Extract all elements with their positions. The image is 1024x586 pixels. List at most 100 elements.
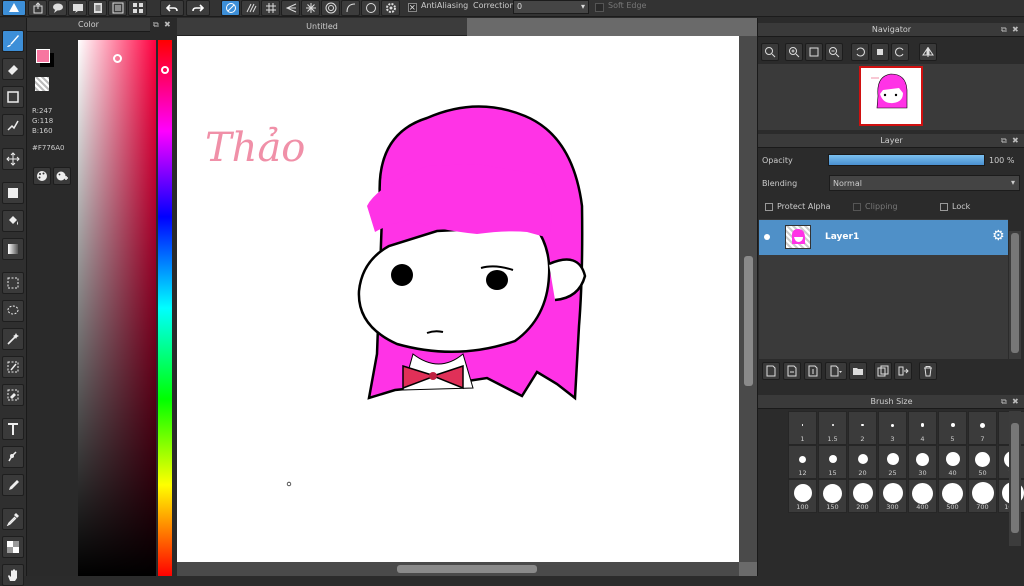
select-pen-tool-icon[interactable] bbox=[2, 356, 24, 378]
brush-size-cell[interactable]: 200 bbox=[848, 479, 877, 513]
saturation-value-picker[interactable] bbox=[78, 40, 156, 576]
brush-size-cell[interactable]: 4 bbox=[908, 411, 937, 445]
brush-size-cell[interactable]: 25 bbox=[878, 445, 907, 479]
divide-tool-icon[interactable] bbox=[2, 446, 24, 468]
select-eraser-tool-icon[interactable] bbox=[2, 384, 24, 406]
sv-picker-handle[interactable] bbox=[113, 54, 122, 63]
new-layer-1bit-icon[interactable] bbox=[804, 362, 822, 380]
brush-size-cell[interactable]: 150 bbox=[818, 479, 847, 513]
smudge-tool-icon[interactable] bbox=[2, 474, 24, 496]
brush-size-cell[interactable]: 100 bbox=[788, 479, 817, 513]
brush-size-cell[interactable]: 500 bbox=[938, 479, 967, 513]
new-layer-icon[interactable] bbox=[762, 362, 780, 380]
brush-size-cell[interactable]: 7 bbox=[968, 411, 997, 445]
transparent-swatch[interactable] bbox=[35, 77, 49, 91]
bucket-tool-icon[interactable] bbox=[2, 210, 24, 232]
vertical-scrollbar[interactable] bbox=[739, 36, 757, 562]
brush-size-cell[interactable]: 12 bbox=[788, 445, 817, 479]
message-icon[interactable] bbox=[68, 0, 87, 16]
brush-size-cell[interactable]: 1.5 bbox=[818, 411, 847, 445]
fit-window-icon[interactable] bbox=[805, 43, 823, 61]
brush-size-cell[interactable]: 1 bbox=[788, 411, 817, 445]
text-tool-icon[interactable] bbox=[2, 418, 24, 440]
soft-edge-checkbox[interactable] bbox=[595, 3, 604, 12]
document-icon[interactable] bbox=[88, 0, 107, 16]
chat-icon[interactable] bbox=[48, 0, 67, 16]
palette-add-icon[interactable] bbox=[53, 167, 71, 185]
brush-tool-icon[interactable] bbox=[2, 30, 24, 52]
zoom-fit-icon[interactable] bbox=[761, 43, 779, 61]
layer-scrollbar[interactable] bbox=[1009, 231, 1021, 359]
undo-icon[interactable] bbox=[160, 0, 184, 16]
layer-row[interactable]: Layer1 ⚙ bbox=[759, 220, 1008, 255]
delete-layer-icon[interactable] bbox=[919, 362, 937, 380]
rectangle-tool-icon[interactable] bbox=[2, 86, 24, 108]
snap-settings-icon[interactable] bbox=[381, 0, 400, 16]
float-panel-icon[interactable]: ⧉ bbox=[1001, 25, 1007, 35]
close-icon[interactable]: ✖ bbox=[1012, 136, 1019, 145]
brush-scroll-thumb[interactable] bbox=[1011, 423, 1019, 533]
rotate-left-icon[interactable] bbox=[851, 43, 869, 61]
zoom-in-icon[interactable] bbox=[785, 43, 803, 61]
foreground-color-swatch[interactable] bbox=[36, 49, 50, 63]
float-panel-icon[interactable]: ⧉ bbox=[153, 20, 159, 30]
rotate-right-icon[interactable] bbox=[891, 43, 909, 61]
document-tab[interactable]: Untitled bbox=[177, 18, 467, 36]
hand-tool-icon[interactable] bbox=[2, 564, 24, 586]
brush-size-cell[interactable]: 30 bbox=[908, 445, 937, 479]
close-icon[interactable]: ✖ bbox=[164, 20, 171, 29]
gradient-tool-icon[interactable] bbox=[2, 238, 24, 260]
brush-size-cell[interactable]: 300 bbox=[878, 479, 907, 513]
clipping-checkbox[interactable] bbox=[853, 203, 861, 211]
redo-icon[interactable] bbox=[186, 0, 210, 16]
horizontal-scroll-thumb[interactable] bbox=[397, 565, 537, 573]
magic-wand-tool-icon[interactable] bbox=[2, 328, 24, 350]
app-menu-icon[interactable] bbox=[2, 0, 26, 16]
brush-size-cell[interactable]: 5 bbox=[938, 411, 967, 445]
opacity-slider[interactable] bbox=[828, 154, 985, 166]
reset-rotation-icon[interactable] bbox=[871, 43, 889, 61]
visibility-icon[interactable] bbox=[764, 234, 770, 240]
pen-line-tool-icon[interactable] bbox=[2, 114, 24, 136]
gear-icon[interactable]: ⚙ bbox=[992, 229, 1005, 243]
select-rect-tool-icon[interactable] bbox=[2, 272, 24, 294]
lasso-tool-icon[interactable] bbox=[2, 300, 24, 322]
snap-radial-icon[interactable] bbox=[301, 0, 320, 16]
brush-size-cell[interactable]: 2 bbox=[848, 411, 877, 445]
close-icon[interactable]: ✖ bbox=[1012, 397, 1019, 406]
snap-perspective-icon[interactable] bbox=[281, 0, 300, 16]
brush-size-cell[interactable]: 3 bbox=[878, 411, 907, 445]
add-layer-dropdown-icon[interactable] bbox=[825, 362, 847, 380]
brush-size-cell[interactable]: 15 bbox=[818, 445, 847, 479]
eraser-tool-icon[interactable] bbox=[2, 58, 24, 80]
brush-size-cell[interactable]: 40 bbox=[938, 445, 967, 479]
snap-concentric-icon[interactable] bbox=[321, 0, 340, 16]
snap-ellipse-icon[interactable] bbox=[361, 0, 380, 16]
brush-scrollbar[interactable] bbox=[1009, 411, 1021, 546]
snap-grid-icon[interactable] bbox=[261, 0, 280, 16]
lock-checkbox[interactable] bbox=[940, 203, 948, 211]
protect-alpha-checkbox[interactable] bbox=[765, 203, 773, 211]
navigator-viewport[interactable] bbox=[859, 66, 923, 126]
hue-slider-handle[interactable] bbox=[161, 66, 169, 74]
brush-size-cell[interactable]: 700 bbox=[968, 479, 997, 513]
move-tool-icon[interactable] bbox=[2, 148, 24, 170]
snap-curve-icon[interactable] bbox=[341, 0, 360, 16]
layer-name[interactable]: Layer1 bbox=[825, 232, 859, 242]
brush-size-cell[interactable]: 20 bbox=[848, 445, 877, 479]
blending-select[interactable]: Normal ▾ bbox=[829, 175, 1020, 191]
eyedropper-tool-icon[interactable] bbox=[2, 508, 24, 530]
correction-select[interactable]: 0 ▾ bbox=[513, 0, 589, 14]
drawing-canvas[interactable]: Thảo bbox=[177, 36, 739, 562]
zoom-out-icon[interactable] bbox=[825, 43, 843, 61]
transparent-color-icon[interactable] bbox=[2, 536, 24, 558]
flip-horizontal-icon[interactable] bbox=[919, 43, 937, 61]
float-panel-icon[interactable]: ⧉ bbox=[1001, 397, 1007, 407]
hue-slider[interactable] bbox=[158, 40, 172, 576]
snap-parallel-icon[interactable] bbox=[241, 0, 260, 16]
new-folder-icon[interactable] bbox=[849, 362, 867, 380]
duplicate-layer-icon[interactable] bbox=[874, 362, 892, 380]
merge-layer-icon[interactable] bbox=[894, 362, 912, 380]
antialiasing-checkbox[interactable] bbox=[408, 3, 417, 12]
vertical-scroll-thumb[interactable] bbox=[744, 256, 753, 386]
